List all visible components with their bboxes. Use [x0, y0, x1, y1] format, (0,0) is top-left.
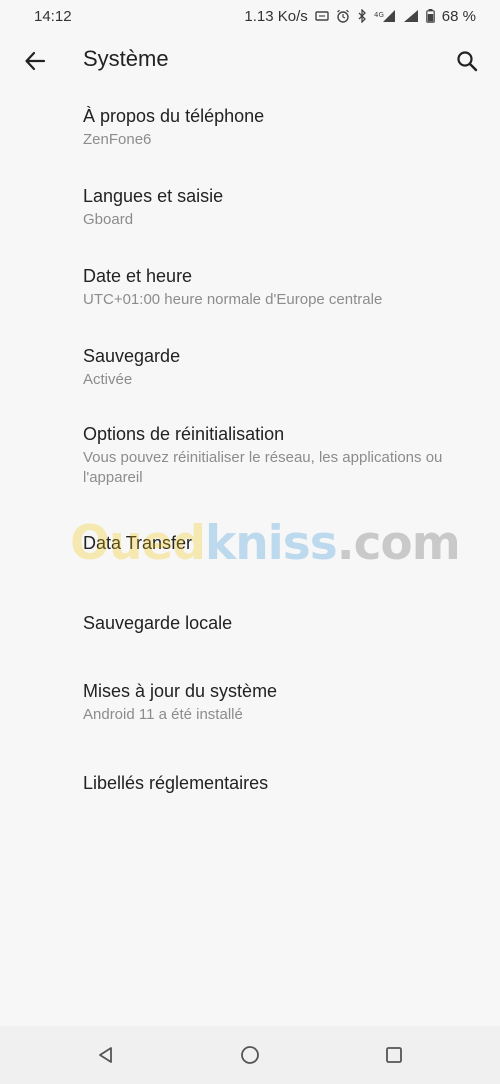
network-speed: 1.13 Ko/s	[244, 7, 308, 25]
back-button[interactable]	[18, 44, 52, 78]
setting-regulatory-labels[interactable]: Libellés réglementaires	[0, 771, 500, 795]
setting-title: Sauvegarde locale	[83, 613, 233, 633]
setting-title: Data Transfer	[83, 533, 193, 553]
search-icon	[457, 51, 478, 72]
nav-recents-button[interactable]	[378, 1039, 410, 1071]
setting-data-transfer[interactable]: Data Transfer	[0, 531, 500, 555]
setting-title: Mises à jour du système	[83, 681, 278, 701]
setting-backup[interactable]: Sauvegarde Activée	[0, 344, 500, 390]
setting-local-backup[interactable]: Sauvegarde locale	[0, 611, 500, 635]
setting-summary: Android 11 a été installé	[83, 706, 243, 723]
nav-home-button[interactable]	[234, 1039, 266, 1071]
search-button[interactable]	[450, 44, 484, 78]
setting-summary: UTC+01:00 heure normale d'Europe central…	[83, 291, 383, 308]
setting-title: À propos du téléphone	[83, 106, 265, 126]
setting-title: Libellés réglementaires	[83, 773, 269, 793]
status-time: 14:12	[34, 7, 72, 25]
home-circle-icon	[241, 1046, 259, 1064]
setting-summary: Gboard	[83, 211, 134, 228]
setting-reset-options[interactable]: Options de réinitialisation Vous pouvez …	[0, 422, 500, 488]
page-title: Système	[83, 46, 169, 71]
setting-title: Date et heure	[83, 266, 193, 286]
battery-icon	[425, 9, 435, 23]
setting-title: Sauvegarde	[83, 346, 181, 366]
setting-date-time[interactable]: Date et heure UTC+01:00 heure normale d'…	[0, 264, 500, 310]
navigation-bar	[0, 1026, 500, 1084]
setting-system-updates[interactable]: Mises à jour du système Android 11 a été…	[0, 679, 500, 725]
nav-back-button[interactable]	[90, 1039, 122, 1071]
app-bar: Système	[0, 34, 500, 86]
recents-square-icon	[386, 1047, 402, 1063]
back-triangle-icon	[99, 1047, 112, 1063]
status-icons: 1.13 Ko/s 4G 68 %	[244, 8, 476, 25]
svg-text:4G: 4G	[374, 11, 384, 19]
4g-signal-icon: 4G	[374, 9, 396, 23]
setting-summary: ZenFone6	[83, 131, 152, 148]
setting-title: Options de réinitialisation	[83, 424, 285, 444]
alarm-icon	[336, 9, 350, 23]
setting-about-phone[interactable]: À propos du téléphone ZenFone6	[0, 104, 500, 150]
nfc-icon	[315, 10, 329, 22]
signal-icon	[403, 9, 419, 23]
bluetooth-icon	[357, 9, 367, 23]
setting-summary: Vous pouvez réinitialiser le réseau, les…	[83, 449, 443, 486]
setting-summary: Activée	[83, 371, 133, 388]
arrow-left-icon	[25, 51, 46, 71]
battery-level: 68 %	[441, 7, 476, 25]
setting-languages-input[interactable]: Langues et saisie Gboard	[0, 184, 500, 230]
status-bar: 14:12 1.13 Ko/s 4G 68 %	[0, 0, 500, 32]
setting-title: Langues et saisie	[83, 186, 224, 206]
